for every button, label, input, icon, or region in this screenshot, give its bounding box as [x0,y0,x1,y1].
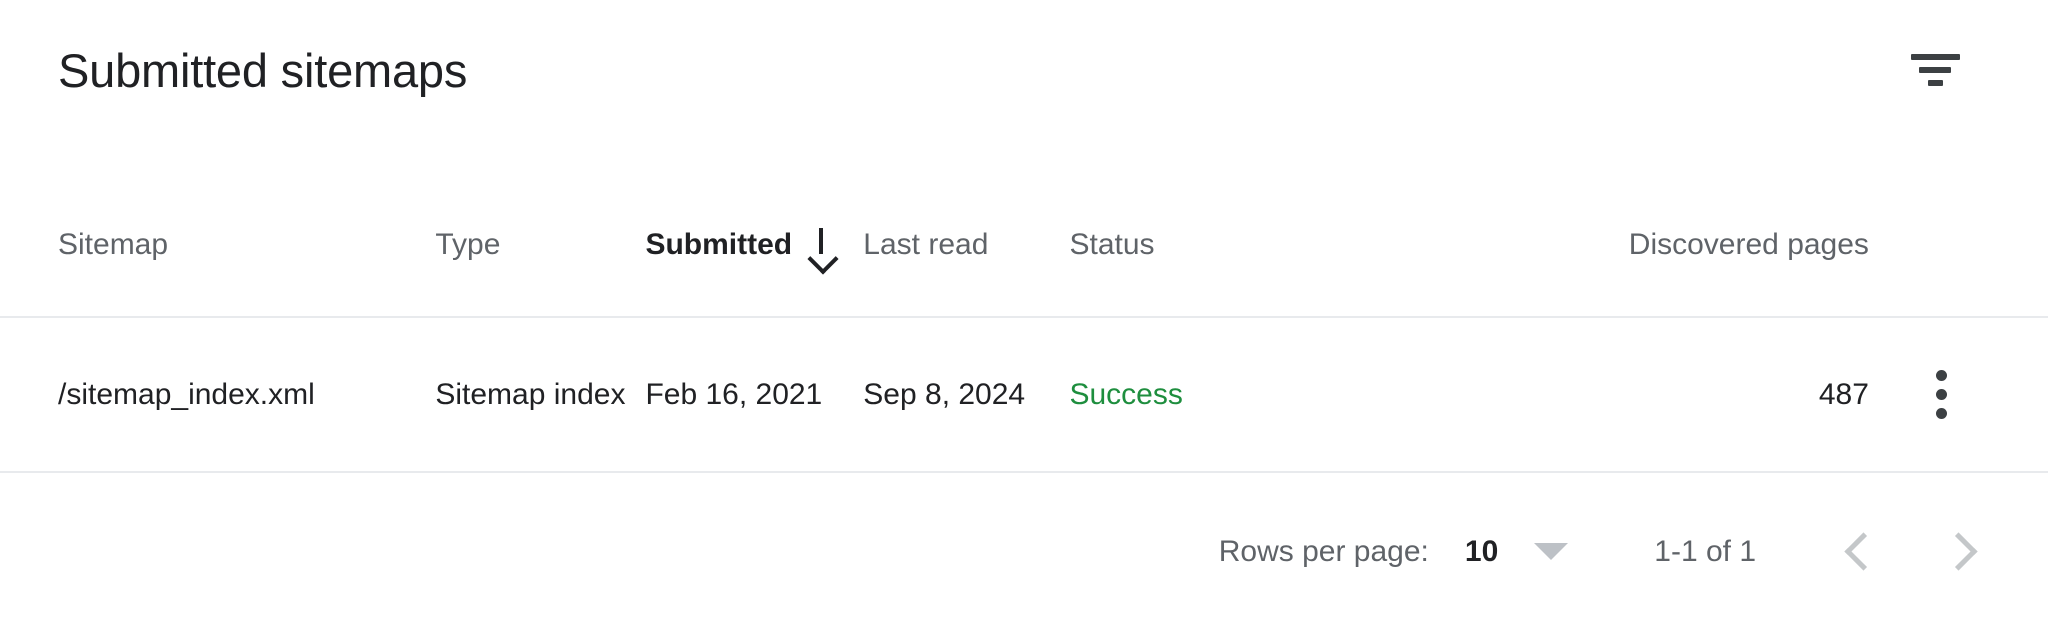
cell-type: Sitemap index [435,377,626,411]
more-vert-icon-dot-bottom [1935,408,1947,419]
panel-header: Submitted sitemaps [0,0,2048,140]
column-header-actions [1869,140,1972,228]
column-header-submitted-label: Submitted [645,228,793,261]
filter-icon-bar-bottom [1927,80,1943,86]
filter-icon-bar-middle [1919,67,1951,73]
submitted-sitemaps-panel: Submitted sitemaps Sitemap Type Submitte… [0,0,2048,628]
page-title: Submitted sitemaps [58,43,468,97]
pagination-range: 1-1 of 1 [1654,534,1756,568]
filter-icon-bar-top [1910,54,1960,60]
more-vert-icon-dot-top [1935,370,1947,381]
pagination-bar: Rows per page: 10 1-1 of 1 [0,475,2048,628]
cell-last-read: Sep 8, 2024 [863,377,1026,411]
column-header-sitemap[interactable]: Sitemap [58,140,435,262]
arrow-down-icon [808,228,834,262]
filter-icon[interactable] [1898,33,1972,107]
chevron-left-icon [1844,532,1883,571]
rows-per-page-label: Rows per page: [1218,534,1429,568]
column-header-type[interactable]: Type [435,140,645,262]
cell-submitted: Feb 16, 2021 [645,377,823,411]
more-vert-icon-dot-middle [1935,389,1947,400]
cell-sitemap[interactable]: /sitemap_index.xml [58,378,435,412]
cell-actions [1869,364,1972,426]
rows-per-page-select[interactable]: 10 [1429,534,1569,569]
previous-page-button[interactable] [1822,514,1898,590]
cell-discovered-pages: 487 [1818,377,1869,411]
status-badge: Success [1069,377,1183,411]
chevron-right-icon [1939,532,1978,571]
rows-per-page-value: 10 [1464,534,1499,568]
table-header-row: Sitemap Type Submitted Last read Status … [0,140,2048,318]
column-header-discovered-pages[interactable]: Discovered pages [1359,140,1869,262]
column-header-status[interactable]: Status [1069,140,1359,262]
more-vert-icon[interactable] [1910,364,1972,426]
column-header-submitted[interactable]: Submitted [645,140,863,262]
chevron-down-icon [1534,543,1569,560]
table-row[interactable]: /sitemap_index.xml Sitemap index Feb 16,… [0,318,2048,473]
next-page-button[interactable] [1924,514,2000,590]
sitemaps-table: Sitemap Type Submitted Last read Status … [0,140,2048,473]
column-header-last-read[interactable]: Last read [863,140,1069,262]
